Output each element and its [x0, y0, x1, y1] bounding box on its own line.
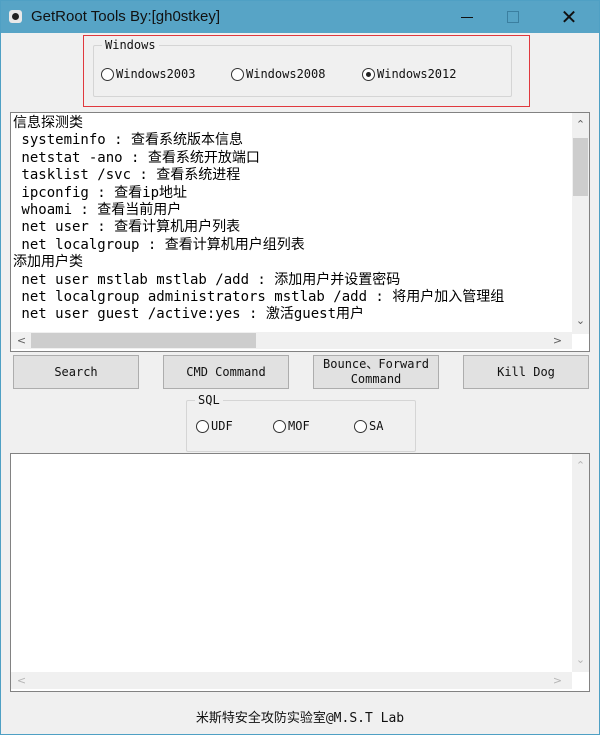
- title-bar[interactable]: GetRoot Tools By:[gh0stkey] ✕: [1, 1, 599, 33]
- radio-label: UDF: [211, 419, 233, 433]
- output-vertical-scrollbar[interactable]: ⌃ ⌄: [572, 454, 589, 672]
- scroll-right-icon[interactable]: >: [549, 332, 566, 349]
- radio-label: Windows2012: [377, 67, 457, 81]
- command-line: net localgroup administrators mstlab /ad…: [13, 288, 505, 305]
- radio-circle: [231, 67, 244, 81]
- radio-windows2003[interactable]: Windows2003: [101, 67, 195, 81]
- kill-dog-button[interactable]: Kill Dog: [463, 355, 589, 389]
- vertical-scroll-thumb[interactable]: [573, 138, 588, 196]
- radio-circle: [273, 419, 286, 433]
- command-line: net localgroup : 查看计算机用户组列表: [13, 236, 305, 253]
- scroll-up-icon[interactable]: ⌃: [572, 457, 589, 474]
- radio-windows2012[interactable]: Windows2012: [362, 67, 456, 81]
- radio-circle: [196, 419, 209, 433]
- command-text: 信息探测类 systeminfo : 查看系统版本信息 netstat -ano…: [13, 115, 504, 324]
- scroll-right-icon[interactable]: >: [549, 672, 566, 689]
- radio-mof[interactable]: MOF: [273, 419, 310, 433]
- radio-circle: [354, 419, 367, 433]
- command-line: net user mstlab mstlab /add : 添加用户并设置密码: [13, 271, 401, 288]
- os-highlight-box: Windows Windows2003 Windows2008 Windows2…: [83, 35, 530, 107]
- bounce-forward-command-button[interactable]: Bounce、Forward Command: [313, 355, 439, 389]
- scroll-down-icon[interactable]: ⌄: [572, 651, 589, 668]
- app-icon: [9, 10, 22, 23]
- radio-sa[interactable]: SA: [354, 419, 383, 433]
- horizontal-scroll-thumb[interactable]: [31, 333, 256, 348]
- output-horizontal-scrollbar[interactable]: < >: [11, 672, 572, 689]
- radio-windows2008[interactable]: Windows2008: [231, 67, 325, 81]
- command-line: net user : 查看计算机用户列表: [13, 219, 241, 236]
- command-line: systeminfo : 查看系统版本信息: [13, 132, 244, 149]
- radio-label: MOF: [288, 419, 310, 433]
- kill-dog-button-label: Kill Dog: [497, 364, 555, 379]
- command-line: netstat -ano : 查看系统开放端口: [13, 149, 260, 166]
- command-line: tasklist /svc : 查看系统进程: [13, 167, 241, 184]
- windows-group-legend: Windows: [102, 38, 159, 52]
- bounce-button-label-line1: Bounce、Forward: [323, 357, 429, 371]
- horizontal-scrollbar[interactable]: < >: [11, 332, 572, 349]
- radio-circle: [101, 67, 114, 81]
- sql-group-legend: SQL: [195, 393, 223, 407]
- radio-label: SA: [369, 419, 384, 433]
- window-title: GetRoot Tools By:[gh0stkey]: [31, 8, 220, 25]
- radio-label: Windows2008: [246, 67, 326, 81]
- command-line: ipconfig : 查看ip地址: [13, 184, 188, 201]
- radio-udf[interactable]: UDF: [196, 419, 233, 433]
- maximize-icon: [507, 11, 519, 23]
- search-button[interactable]: Search: [13, 355, 139, 389]
- minimize-button[interactable]: [444, 1, 490, 33]
- maximize-button[interactable]: [490, 1, 536, 33]
- command-line: net user guest /active:yes : 激活guest用户: [13, 306, 365, 323]
- command-line: 信息探测类: [13, 115, 83, 131]
- radio-circle-selected: [362, 67, 375, 81]
- minimize-icon: [461, 16, 473, 18]
- scroll-left-icon[interactable]: <: [13, 672, 30, 689]
- windows-groupbox: Windows Windows2003 Windows2008 Windows2…: [93, 38, 512, 97]
- footer-credit: 米斯特安全攻防实验室@M.S.T Lab: [195, 711, 405, 726]
- scroll-left-icon[interactable]: <: [13, 332, 30, 349]
- app-window: GetRoot Tools By:[gh0stkey] ✕ Windows Wi…: [0, 0, 600, 735]
- cmd-command-button[interactable]: CMD Command: [163, 355, 289, 389]
- sql-groupbox: SQL UDF MOF SA: [186, 393, 416, 452]
- close-button[interactable]: ✕: [546, 1, 592, 33]
- command-line: 添加用户类: [13, 254, 83, 271]
- command-reference-textarea[interactable]: 信息探测类 systeminfo : 查看系统版本信息 netstat -ano…: [10, 112, 590, 352]
- vertical-scrollbar[interactable]: ⌃ ⌄: [572, 113, 589, 334]
- close-icon: ✕: [560, 5, 578, 29]
- scroll-down-icon[interactable]: ⌄: [572, 312, 589, 329]
- command-line: whoami : 查看当前用户: [13, 201, 182, 218]
- scroll-up-icon[interactable]: ⌃: [572, 116, 589, 133]
- search-button-label: Search: [54, 364, 98, 379]
- output-textarea[interactable]: ⌃ ⌄ < >: [10, 453, 590, 692]
- cmd-button-label: CMD Command: [186, 364, 266, 379]
- radio-label: Windows2003: [116, 67, 196, 81]
- bounce-button-label-line2: Command: [350, 372, 402, 386]
